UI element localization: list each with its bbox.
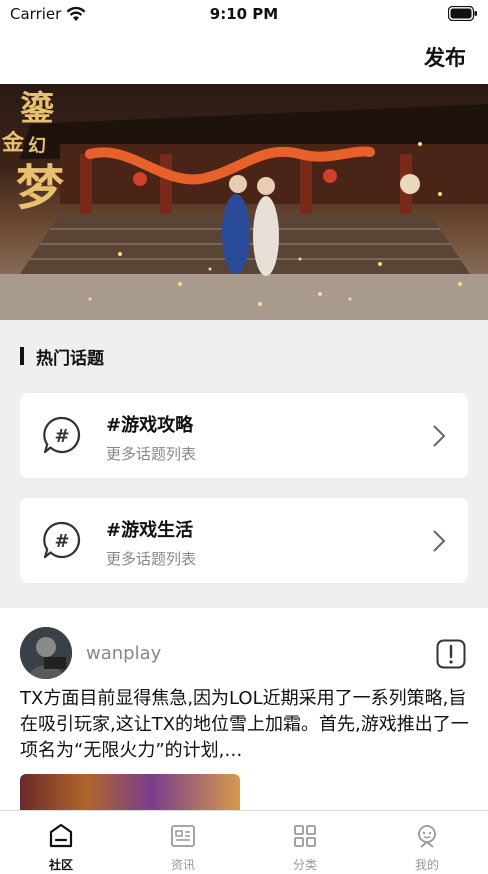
clock: 9:10 PM [209, 5, 279, 23]
svg-text:#: # [54, 531, 69, 552]
topic-subtitle: 更多话题列表 [106, 445, 197, 463]
section-marker [20, 347, 24, 365]
battery-icon [448, 6, 477, 21]
tab-profile[interactable]: 我的 [366, 811, 488, 874]
chevron-right-icon [433, 530, 446, 552]
svg-text:幻: 幻 [28, 135, 46, 157]
svg-text:鎏: 鎏 [20, 89, 55, 129]
svg-text:金: 金 [1, 130, 25, 156]
chevron-right-icon [433, 425, 446, 447]
svg-text:#: # [54, 426, 69, 447]
news-icon [171, 825, 195, 847]
topic-subtitle: 更多话题列表 [106, 550, 197, 568]
svg-text:梦: 梦 [16, 160, 64, 216]
tab-label: 我的 [414, 858, 439, 872]
section-header: 热门话题 [20, 345, 104, 369]
topic-title: #游戏攻略 [106, 415, 194, 436]
banner-logo: 鎏 金 幻 梦 [1, 89, 64, 216]
category-icon [294, 825, 316, 847]
topic-title: #游戏生活 [106, 520, 194, 541]
profile-icon [418, 825, 436, 848]
tab-label: 社区 [48, 858, 73, 872]
section-title: 热门话题 [36, 348, 104, 369]
status-bar: Carrier 9:10 PM [0, 0, 488, 30]
topic-hash-icon: # [43, 521, 81, 559]
tab-community[interactable]: 社区 [0, 811, 122, 874]
post-image[interactable] [20, 774, 240, 810]
report-icon[interactable] [436, 639, 466, 669]
tab-news[interactable]: 资讯 [122, 811, 244, 874]
topic-card-game-life[interactable]: # #游戏生活 更多话题列表 [20, 498, 468, 583]
banner-image[interactable]: 鎏 金 幻 梦 [0, 84, 488, 320]
post-username[interactable]: wanplay [86, 643, 161, 664]
avatar[interactable] [20, 627, 72, 679]
publish-button[interactable]: 发布 [424, 42, 466, 72]
topic-card-game-guide[interactable]: # #游戏攻略 更多话题列表 [20, 393, 468, 478]
tab-label: 分类 [292, 858, 317, 872]
tab-bar: 社区 资讯 分类 我的 [0, 810, 488, 874]
avatar-image [20, 627, 72, 679]
post-content[interactable]: TX方面目前显得焦急,因为LOL近期采用了一系列策略,旨在吸引玩家,这让TX的地… [20, 686, 472, 764]
tab-category[interactable]: 分类 [244, 811, 366, 874]
tab-label: 资讯 [170, 858, 195, 872]
topic-hash-icon: # [43, 416, 81, 454]
community-icon [49, 823, 73, 848]
